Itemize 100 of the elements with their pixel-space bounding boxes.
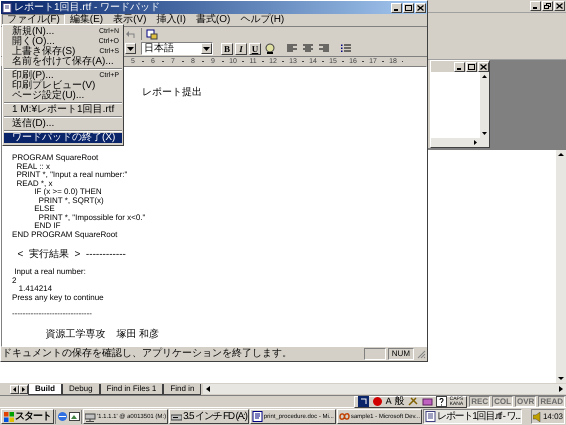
dropdown-button[interactable] (125, 43, 136, 54)
down-arrow-icon (556, 374, 566, 383)
scroll-left-button[interactable] (10, 384, 19, 394)
resize-grip-icon (416, 349, 426, 359)
right-arrow-icon (21, 386, 26, 392)
align-right-icon (318, 43, 330, 54)
pad-icon (422, 396, 433, 407)
format-button[interactable]: U (249, 42, 261, 54)
output-tab[interactable]: Find in Files 1 (100, 384, 164, 394)
document-line: ELSE (33, 205, 55, 214)
close-icon (480, 64, 487, 70)
document-icon (425, 411, 436, 422)
status-indicator: REC (469, 396, 490, 407)
menu-item[interactable]: ヘルプ(H) (235, 14, 290, 26)
document-icon (252, 411, 263, 422)
document-line: Input a real number: (13, 268, 86, 276)
restore-icon (544, 3, 551, 9)
document-line: PRINT *, SQRT(x) (38, 196, 104, 205)
document-line: レポート提出 (142, 87, 202, 98)
document-line: PRINT *, "Impossible for x<0." (38, 214, 146, 222)
tools-icon (408, 396, 419, 407)
document-line: 2 (12, 276, 16, 285)
horizontal-scrollbar[interactable] (203, 384, 566, 394)
taskbar-button[interactable]: レポート1回目.rtf - ワ... (423, 409, 522, 424)
script-value: 日本語 (143, 43, 175, 54)
output-tab[interactable]: Build (28, 384, 62, 394)
maximize-icon (468, 64, 475, 70)
minimize-button[interactable] (530, 1, 541, 11)
document-line: END IF (33, 222, 60, 230)
document-line: Press any key to continue (12, 294, 104, 302)
menu-item[interactable]: 書式(O) (190, 14, 236, 26)
format-button[interactable]: B (221, 42, 233, 54)
status-indicator: COL (492, 396, 513, 407)
close-button[interactable] (415, 2, 426, 12)
menu-item[interactable]: ワードパッドの終了(X) (4, 133, 122, 143)
ball-icon (372, 396, 383, 407)
infinity-logo-icon (338, 411, 350, 422)
insert-object-icon (146, 28, 158, 40)
document-line: ------------------------------ (12, 310, 92, 318)
up-arrow-icon (556, 150, 566, 159)
insert-object-button[interactable] (145, 28, 159, 40)
minimize-button[interactable] (391, 2, 402, 12)
right-arrow-icon (558, 384, 564, 394)
network-drive-icon (85, 411, 96, 422)
menu-item[interactable]: 名前を付けて保存(A)... (4, 57, 122, 67)
document-line: < 実行結果 > ------------ (16, 249, 126, 260)
output-tab[interactable]: Debug (62, 384, 100, 394)
status-indicator: OVR (514, 396, 536, 407)
document-line: PROGRAM SquareRoot (12, 154, 98, 162)
input-mode-label[interactable]: A (386, 396, 392, 407)
document-line: 資源工学専攻 塚田 和彦 (44, 328, 160, 340)
bullets-button[interactable] (339, 42, 353, 55)
vertical-scrollbar[interactable] (556, 150, 566, 383)
color-button[interactable] (263, 42, 277, 55)
status-panel: NUM (388, 348, 414, 360)
window-title: レポート1回目.rtf - ワードパッド (14, 2, 162, 14)
restore-button[interactable] (542, 1, 553, 11)
windows-logo-icon (4, 412, 14, 422)
dropdown-arrow-icon (127, 46, 134, 50)
horizontal-scrollbar[interactable] (431, 138, 489, 147)
close-icon (556, 3, 563, 9)
menu-item[interactable]: 印刷プレビュー(V) (4, 81, 122, 91)
status-message: ドキュメントの保存を確認し、アプリケーションを終了します。 (2, 348, 293, 360)
align-center-icon (302, 43, 314, 54)
menu-item[interactable]: 挿入(I) (151, 14, 191, 26)
script-dropdown[interactable]: 日本語 (141, 42, 213, 55)
menu-item[interactable]: 編集(E) (64, 14, 108, 26)
minimize-button[interactable] (454, 62, 465, 72)
document-line: READ *, x (15, 180, 52, 188)
dictionary-label[interactable]: 般 (394, 396, 405, 407)
align-left-icon (286, 43, 298, 54)
bullets-icon (340, 43, 352, 54)
taskbar-button[interactable]: 3.5 インチ FD (A:) (169, 409, 249, 424)
document-area[interactable] (1, 66, 427, 347)
close-button[interactable] (554, 1, 565, 11)
undo-icon (125, 28, 137, 40)
output-tab[interactable]: Find in (163, 384, 202, 394)
start-button[interactable]: スタート (1, 409, 54, 424)
scroll-right-button[interactable] (19, 384, 28, 394)
menu-item[interactable]: 表示(V) (108, 14, 152, 26)
maximize-button[interactable] (403, 2, 414, 12)
dropdown-arrow-icon (203, 46, 210, 50)
document-line: IF (x >= 0.0) THEN (33, 188, 102, 196)
speaker-icon (532, 412, 542, 422)
maximize-button[interactable] (466, 62, 477, 72)
desktop-icon (69, 411, 80, 422)
close-icon (417, 4, 424, 10)
menu-item[interactable]: 1 M:¥レポート1回目.rtf (4, 105, 122, 115)
vertical-scrollbar[interactable] (480, 72, 489, 138)
document-line: END PROGRAM SquareRoot (12, 230, 118, 239)
format-button[interactable]: I (235, 42, 247, 54)
menu-item[interactable]: ページ設定(U)... (4, 91, 122, 101)
menu-item[interactable]: 送信(D)... (4, 119, 122, 129)
close-button[interactable] (478, 62, 489, 72)
color-icon (264, 43, 276, 54)
clock[interactable]: 14:03 (542, 412, 563, 422)
document-line: 1.414214 (18, 285, 52, 294)
browser-icon (57, 411, 68, 422)
left-arrow-icon (205, 384, 212, 394)
status-indicator: READ (538, 396, 565, 407)
